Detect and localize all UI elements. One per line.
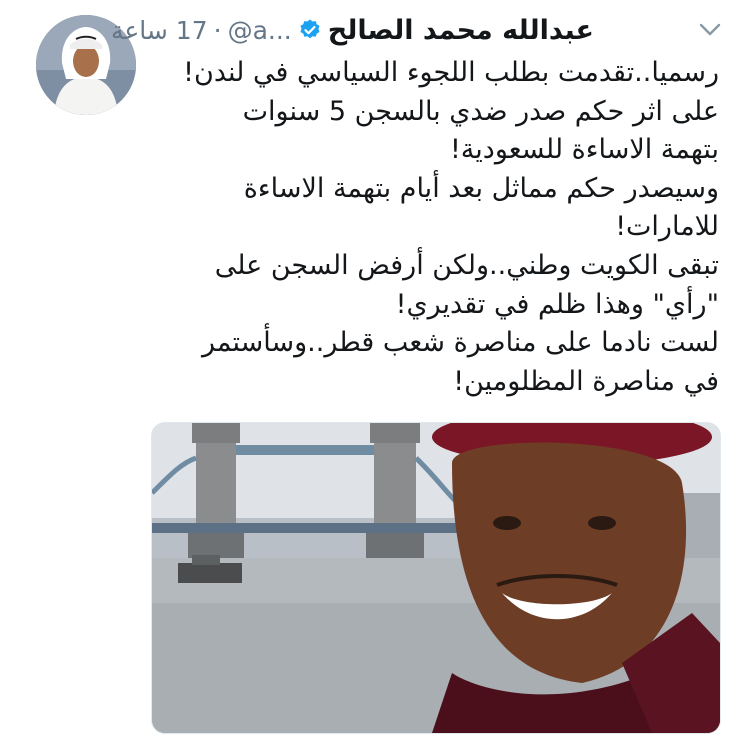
tweet-text-line: تبقى الكويت وطني..ولكن أرفض السجن على [214, 249, 719, 281]
handle[interactable]: @a... [228, 16, 292, 45]
verified-badge-icon [298, 18, 322, 42]
tweet-text-line: وسيصدر حكم مماثل بعد أيام بتهمة الاساءة [243, 172, 719, 204]
tweet-text-line: بتهمة الاساءة للسعودية! [449, 134, 719, 166]
tweet-text-line: على اثر حكم صدر ضدي بالسجن 5 سنوات [242, 95, 719, 127]
tweet-text-line: لست نادما على مناصرة شعب قطر..وسأستمر [202, 327, 719, 359]
chevron-down-icon[interactable] [699, 22, 721, 36]
separator-dot: · [213, 15, 222, 45]
display-name[interactable]: عبدالله محمد الصالح [328, 15, 594, 46]
tweet-text-line: للامارات! [615, 211, 719, 243]
tweet-text-line: في مناصرة المظلومين! [453, 365, 719, 397]
tweet-card[interactable]: عبدالله محمد الصالح @a... · 17 ساعة رسمي… [0, 0, 749, 744]
attached-photo[interactable] [151, 422, 721, 734]
tweet-header: عبدالله محمد الصالح @a... · 17 ساعة [111, 12, 594, 48]
tweet-text-line: رسميا..تقدمت بطلب اللجوء السياسي في لندن… [183, 57, 719, 88]
timestamp[interactable]: 17 ساعة [111, 16, 208, 45]
tweet-text-line: "رأي" وهذا ظلم في تقديري! [395, 288, 719, 320]
tweet-text: رسميا..تقدمت بطلب اللجوء السياسي في لندن… [139, 54, 719, 401]
